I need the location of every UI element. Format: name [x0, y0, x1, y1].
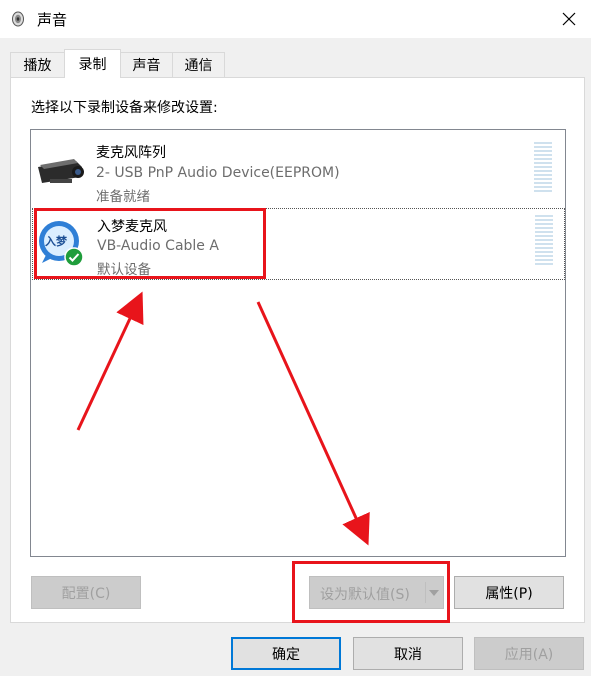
- arrow-to-set-default: [256, 301, 370, 546]
- arrow-to-device: [76, 291, 144, 431]
- tab-recording[interactable]: 录制: [64, 49, 121, 78]
- annotation-arrows: [76, 291, 370, 546]
